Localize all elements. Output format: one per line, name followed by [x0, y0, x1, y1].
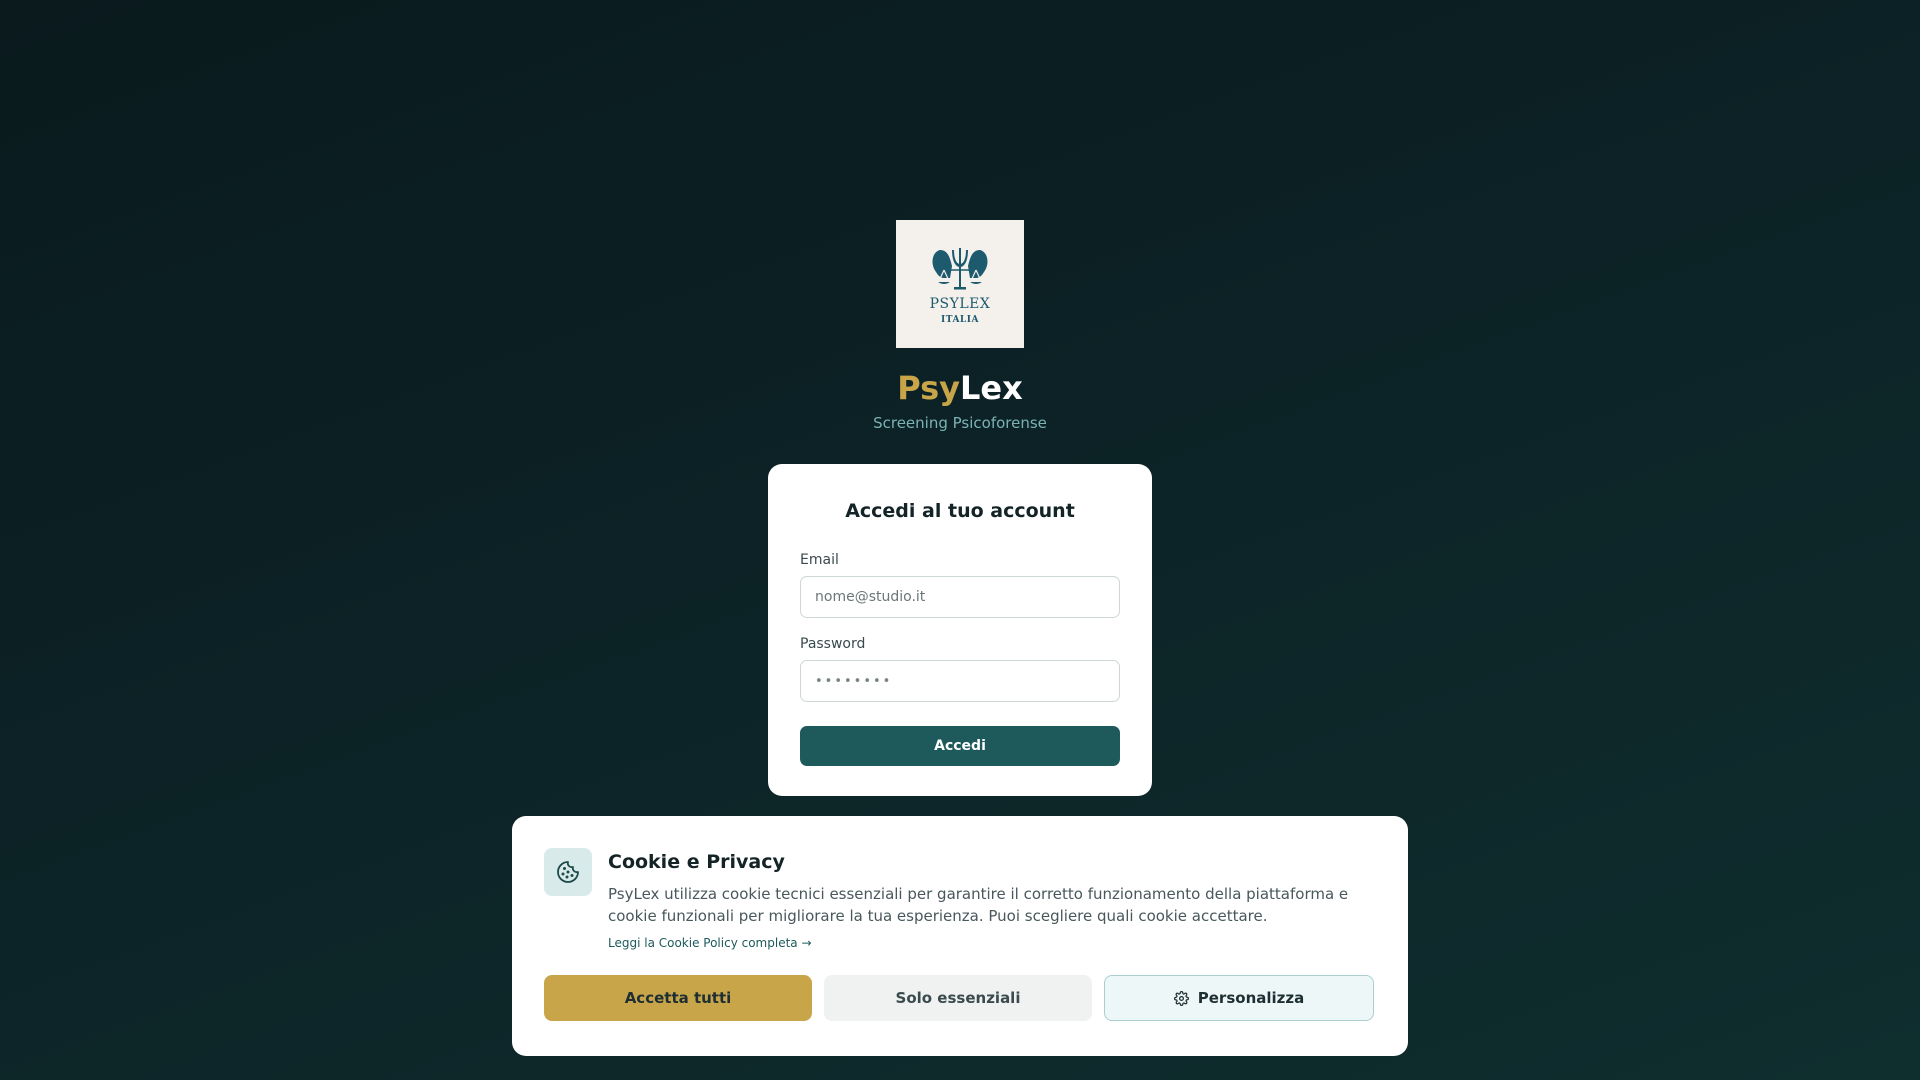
app-title-psy: Psy [897, 369, 961, 407]
cookie-banner: Cookie e Privacy PsyLex utilizza cookie … [512, 816, 1408, 1056]
password-input[interactable]: •••••••• [800, 660, 1120, 702]
logo-tagline: ITALIA [941, 314, 979, 325]
cookie-title: Cookie e Privacy [608, 851, 785, 873]
logo-wordmark: PSYLEX [929, 295, 991, 312]
accept-all-button[interactable]: Accetta tutti [544, 975, 812, 1021]
cookie-description: PsyLex utilizza cookie tecnici essenzial… [608, 885, 1349, 925]
login-card: Accedi al tuo account Email nome@studio.… [768, 464, 1152, 796]
cookie-icon [544, 848, 592, 896]
customize-button[interactable]: Personalizza [1104, 975, 1374, 1021]
app-title-lex: Lex [960, 369, 1023, 407]
login-heading: Accedi al tuo account [845, 500, 1075, 522]
brand-header: PSYLEX ITALIA PsyLex Screening Psicofore… [0, 220, 1920, 432]
customize-label: Personalizza [1197, 989, 1305, 1007]
cookie-policy-link[interactable]: Leggi la Cookie Policy completa → [608, 936, 812, 950]
essential-only-button[interactable]: Solo essenziali [824, 975, 1092, 1021]
login-button[interactable]: Accedi [800, 726, 1120, 766]
app-subtitle: Screening Psicoforense [873, 414, 1047, 432]
app-logo: PSYLEX ITALIA [896, 220, 1024, 348]
app-title: PsyLex [897, 372, 1023, 404]
psi-scales-logo-icon [932, 247, 988, 289]
gear-icon [1173, 990, 1189, 1006]
email-label: Email [800, 552, 839, 568]
email-input[interactable]: nome@studio.it [800, 576, 1120, 618]
password-label: Password [800, 636, 866, 652]
